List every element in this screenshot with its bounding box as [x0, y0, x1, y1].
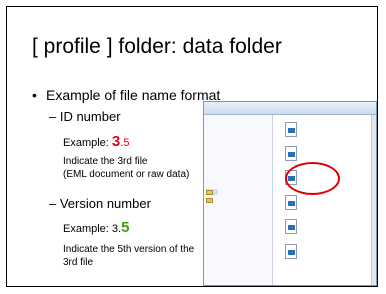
scrollbar: [371, 115, 376, 285]
version-example-highlight: 5: [121, 219, 130, 236]
address-bar: [204, 102, 376, 115]
folder-icon: [206, 189, 213, 195]
document-icon: [285, 195, 297, 210]
document-icon: [285, 244, 297, 259]
file-item: [285, 194, 333, 214]
id-note: Indicate the 3rd file (EML document or ra…: [63, 155, 189, 181]
file-list-pane: [273, 115, 372, 285]
id-example-prefix: Example:: [63, 137, 112, 149]
document-icon: [285, 219, 297, 234]
version-example: Example: 3.5: [63, 219, 129, 236]
navigation-pane: [204, 115, 273, 285]
version-number-heading: – Version number: [49, 196, 151, 211]
slide-title: [ profile ] folder: data folder: [32, 35, 282, 58]
document-icon: [285, 122, 297, 137]
folder-icon: [206, 197, 213, 203]
nav-item-selected: [206, 189, 218, 195]
nav-item: [206, 197, 215, 203]
file-explorer-screenshot: [203, 101, 377, 286]
version-note-line1: Indicate the 5th version of the: [63, 244, 195, 255]
file-item: [285, 121, 333, 141]
document-icon: [285, 146, 297, 161]
main-bullet-text: Example of file name format: [46, 87, 221, 103]
main-bullet: • Example of file name format: [32, 87, 220, 103]
id-example: Example: 3.5: [63, 133, 129, 150]
version-example-prefix: Example: 3.: [63, 223, 122, 235]
bullet-dot: •: [32, 87, 37, 103]
version-note: Indicate the 5th version of the 3rd file: [63, 243, 194, 269]
id-note-line1: Indicate the 3rd file: [63, 156, 148, 167]
id-note-line2: (EML document or raw data): [63, 169, 190, 180]
highlight-circle: [285, 162, 340, 195]
id-number-heading: – ID number: [49, 109, 121, 124]
id-example-suffix: .5: [120, 137, 130, 149]
version-note-line2: 3rd file: [63, 257, 94, 268]
file-item: [285, 243, 333, 263]
id-example-highlight: 3: [111, 133, 121, 150]
file-item: [285, 218, 333, 238]
